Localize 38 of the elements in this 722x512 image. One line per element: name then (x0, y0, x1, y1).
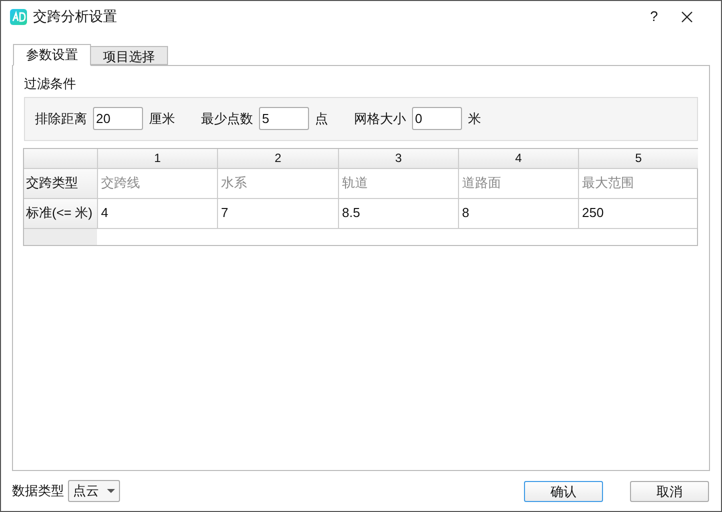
table-cell[interactable]: 最大范围 (578, 168, 698, 198)
input-field[interactable]: 20 (93, 107, 143, 130)
window-title: 交跨分析设置 (33, 7, 117, 26)
data-type-dropdown[interactable]: 点云 (68, 480, 120, 502)
column-header[interactable]: 3 (338, 148, 458, 168)
tab[interactable]: 参数设置 (13, 44, 91, 66)
field-label: 网格大小 (354, 110, 406, 128)
table-cell[interactable]: 8 (458, 198, 578, 228)
table-cell[interactable]: 7 (217, 198, 338, 228)
unit-label: 米 (468, 110, 481, 128)
field-label: 排除距离 (35, 110, 87, 128)
table-cell[interactable]: 250 (578, 198, 698, 228)
app-logo-icon (10, 8, 27, 24)
dialog-button[interactable]: 取消 (630, 480, 709, 502)
group-title: 过滤条件 (24, 75, 77, 93)
column-header[interactable]: 4 (458, 148, 578, 168)
column-header[interactable]: 1 (97, 148, 217, 168)
input-field[interactable]: 5 (259, 107, 309, 130)
help-button[interactable]: ? (639, 6, 669, 27)
row-header: 标准(<= 米) (24, 198, 97, 228)
table-cell[interactable]: 交跨线 (97, 168, 217, 198)
row-header: 交跨类型 (24, 168, 97, 198)
input-field[interactable]: 0 (412, 107, 462, 130)
unit-label: 点 (315, 110, 328, 128)
table-cell[interactable]: 水系 (217, 168, 338, 198)
column-header[interactable]: 2 (217, 148, 338, 168)
field-label: 最少点数 (201, 110, 253, 128)
table-cell[interactable]: 8.5 (338, 198, 458, 228)
unit-label: 厘米 (149, 110, 175, 128)
data-type-label: 数据类型 (12, 482, 64, 500)
column-header[interactable]: 5 (578, 148, 698, 168)
dropdown-arrow-icon (107, 489, 115, 493)
close-icon[interactable] (681, 10, 693, 22)
table-cell[interactable]: 道路面 (458, 168, 578, 198)
tab[interactable]: 项目选择 (91, 46, 168, 65)
dialog-button[interactable]: 确认 (524, 480, 603, 502)
table-cell[interactable]: 轨道 (338, 168, 458, 198)
table-cell[interactable]: 4 (97, 198, 217, 228)
